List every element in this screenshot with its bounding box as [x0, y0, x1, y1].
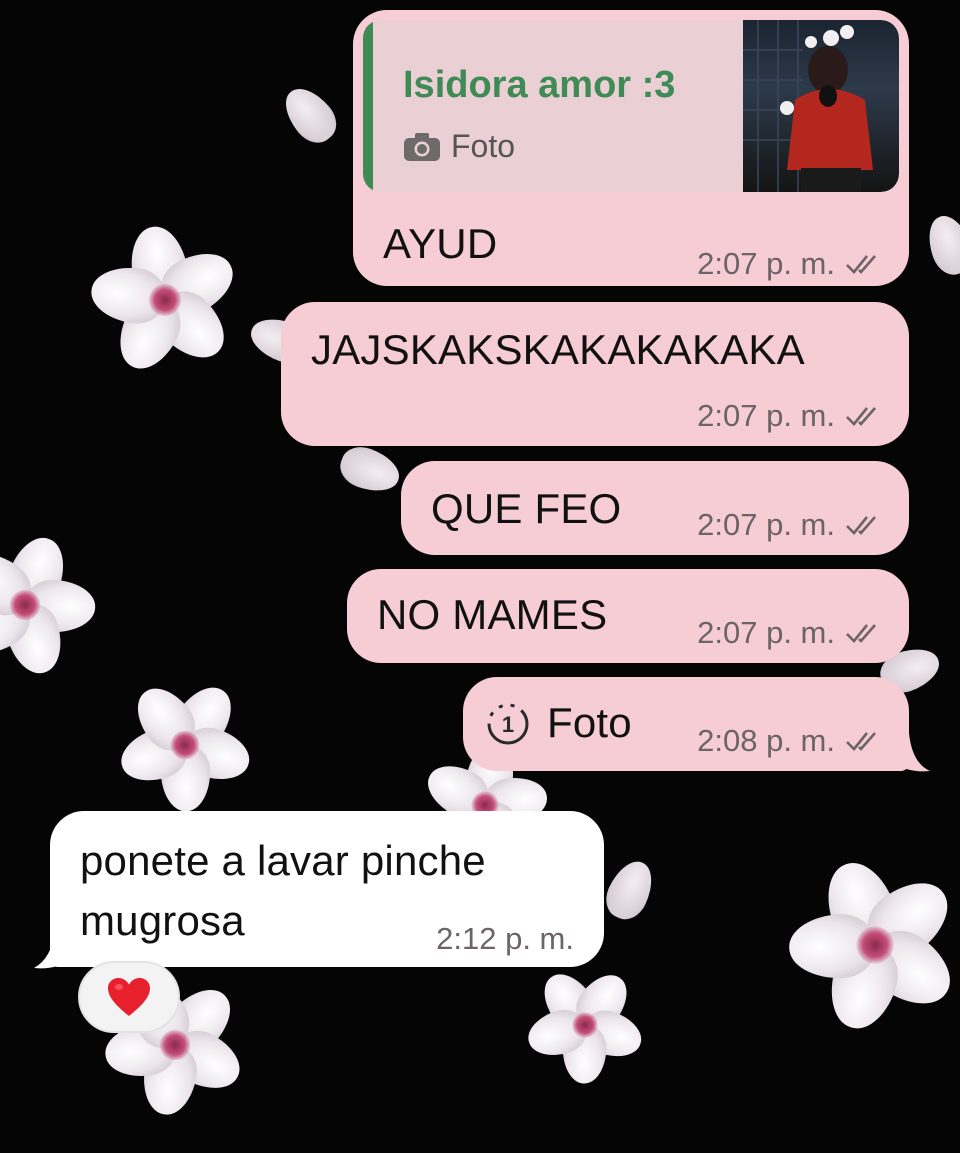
double-check-icon [846, 516, 876, 535]
incoming-message-bubble[interactable]: ponete a lavar pinche mugrosa 2:12 p. m. [50, 811, 604, 967]
quote-sender-name: Isidora amor :3 [403, 64, 676, 106]
outgoing-message-bubble[interactable]: QUE FEO 2:07 p. m. [401, 461, 909, 555]
outgoing-message-bubble[interactable]: JAJSKAKSKAKAKAKAKA 2:07 p. m. [281, 302, 909, 446]
double-check-icon [846, 407, 876, 426]
double-check-icon [846, 624, 876, 643]
petal-decoration [275, 79, 345, 151]
quote-media-label: Foto [451, 128, 516, 164]
message-time: 2:07 p. m. [697, 507, 835, 542]
message-time: 2:12 p. m. [436, 921, 574, 956]
message-time: 2:07 p. m. [697, 398, 835, 433]
message-text: NO MAMES [377, 591, 608, 638]
bubble-tail [894, 733, 930, 772]
double-check-icon [846, 732, 876, 751]
message-meta: 2:07 p. m. [697, 615, 885, 651]
message-text: Foto [547, 699, 632, 746]
heart-icon [108, 978, 150, 1016]
reply-quote[interactable]: Isidora amor :3 Foto [363, 20, 899, 192]
blossom-decoration [0, 507, 123, 703]
quote-accent-bar [363, 20, 373, 192]
svg-text:1: 1 [502, 712, 514, 737]
message-time: 2:07 p. m. [697, 615, 835, 650]
message-meta: 2:07 p. m. [697, 246, 885, 282]
reaction-badge[interactable] [78, 961, 180, 1033]
blossom-decoration [755, 825, 960, 1065]
petal-decoration [599, 854, 661, 926]
view-once-icon: 1 [487, 703, 529, 745]
outgoing-message-bubble[interactable]: NO MAMES 2:07 p. m. [347, 569, 909, 663]
message-time: 2:08 p. m. [697, 723, 835, 758]
quote-photo-thumbnail[interactable] [743, 20, 899, 192]
outgoing-message-bubble[interactable]: Isidora amor :3 Foto AYUD 2:07 p. m. [353, 10, 909, 286]
message-meta: 2:07 p. m. [697, 507, 885, 543]
message-text: JAJSKAKSKAKAKAKAKA [311, 326, 805, 373]
bubble-tail [34, 930, 70, 969]
message-meta: 2:08 p. m. [697, 723, 885, 759]
message-text-line: ponete a lavar pinche [80, 837, 486, 884]
petal-decoration [334, 440, 406, 500]
message-text: AYUD [383, 220, 498, 267]
blossom-decoration [71, 206, 258, 393]
message-meta: 2:07 p. m. [697, 398, 885, 434]
message-text-line: mugrosa [80, 897, 245, 944]
message-text: QUE FEO [431, 485, 622, 532]
message-time: 2:07 p. m. [697, 246, 835, 281]
double-check-icon [846, 255, 876, 274]
message-meta: 2:12 p. m. [436, 921, 574, 957]
outgoing-view-once-photo-bubble[interactable]: 1 Foto 2:08 p. m. [463, 677, 909, 771]
camera-icon [404, 132, 440, 161]
petal-decoration [920, 209, 960, 281]
quote-media-type: Foto [403, 128, 515, 165]
